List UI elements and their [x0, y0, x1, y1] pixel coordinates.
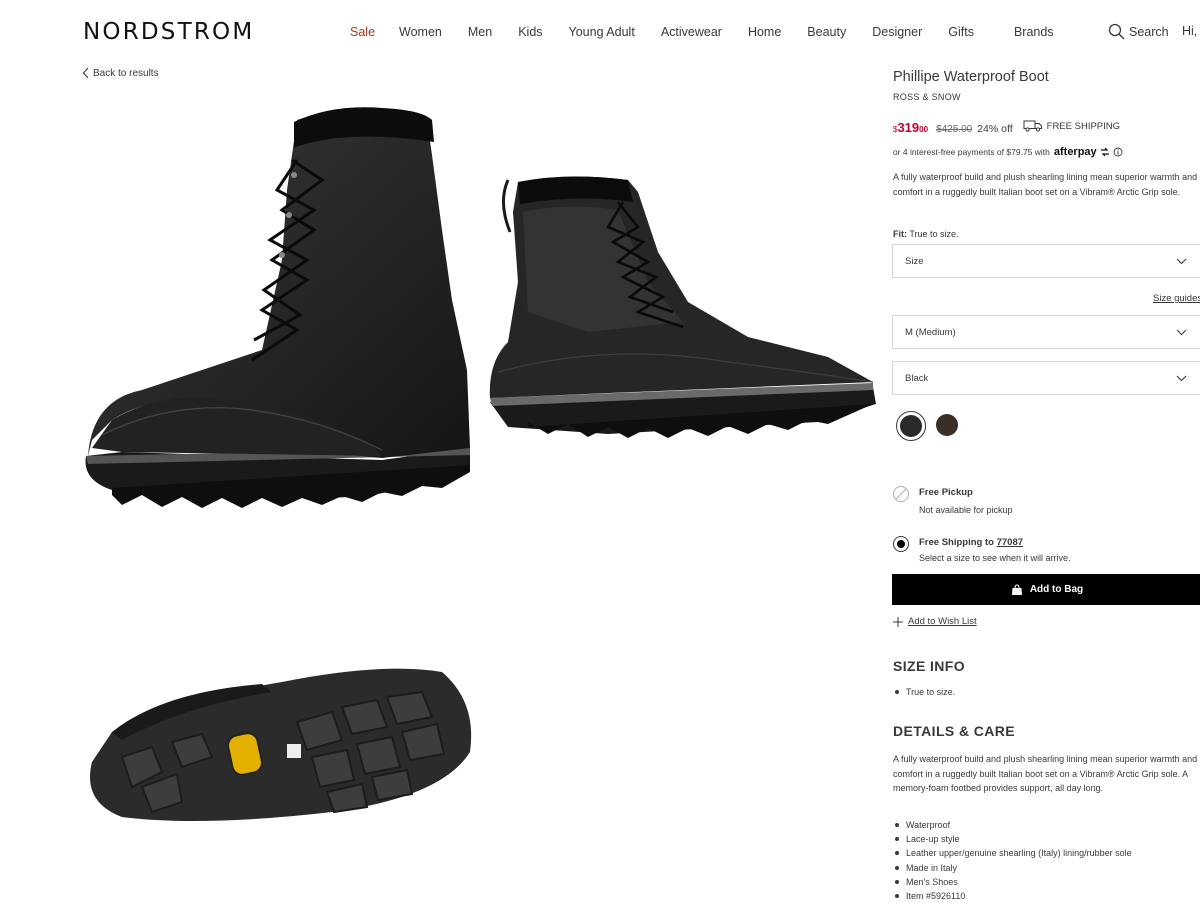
- back-label: Back to results: [93, 67, 159, 79]
- shipping-subtitle: Select a size to see when it will arrive…: [919, 553, 1071, 563]
- size-select[interactable]: Size: [892, 244, 1200, 278]
- add-to-bag-button[interactable]: Add to Bag: [892, 574, 1200, 605]
- main-nav: Sale Women Men Kids Young Adult Activewe…: [350, 25, 1054, 39]
- afterpay-logo: afterpay: [1053, 146, 1097, 158]
- pickup-unavailable-radio[interactable]: [893, 486, 909, 502]
- slash-icon: [895, 488, 907, 500]
- back-to-results-link[interactable]: Back to results: [82, 67, 159, 79]
- nav-women[interactable]: Women: [399, 25, 442, 39]
- chevron-down-icon: [1176, 258, 1187, 265]
- shopping-bag-icon: [1011, 583, 1022, 595]
- price-original: $425.00: [936, 124, 973, 135]
- size-guides-link[interactable]: Size guides: [1153, 293, 1200, 304]
- pickup-subtitle: Not available for pickup: [919, 505, 1013, 515]
- search-icon: [1108, 23, 1125, 40]
- product-image-sole[interactable]: [82, 662, 477, 824]
- search-label: Search: [1129, 24, 1169, 39]
- nav-designer[interactable]: Designer: [872, 25, 922, 39]
- afterpay-line: or 4 interest-free payments of $79.75 wi…: [893, 146, 1123, 158]
- chevron-down-icon: [1176, 329, 1187, 336]
- nav-sale[interactable]: Sale: [350, 25, 375, 39]
- swatch-brown-color: [936, 414, 958, 436]
- list-item: Made in Italy: [895, 861, 1132, 875]
- size-info-heading: SIZE INFO: [893, 658, 966, 674]
- product-image-angle[interactable]: [488, 172, 880, 447]
- list-item: True to size.: [895, 685, 955, 699]
- nav-brands[interactable]: Brands: [1014, 25, 1054, 39]
- nav-activewear[interactable]: Activewear: [661, 25, 722, 39]
- nav-men[interactable]: Men: [468, 25, 492, 39]
- product-title: Phillipe Waterproof Boot: [893, 69, 1049, 85]
- chevron-down-icon: [1176, 375, 1187, 382]
- details-care-heading: DETAILS & CARE: [893, 723, 1016, 739]
- details-list: Waterproof Lace-up style Leather upper/g…: [895, 818, 1132, 903]
- fit-label: Fit:: [893, 229, 907, 239]
- list-item: Waterproof: [895, 818, 1132, 832]
- radio-selected-dot: [897, 540, 905, 548]
- info-icon[interactable]: [1113, 147, 1123, 157]
- product-brand[interactable]: ROSS & SNOW: [893, 92, 961, 102]
- free-shipping-badge: FREE SHIPPING: [1023, 120, 1120, 132]
- free-shipping-label: FREE SHIPPING: [1046, 120, 1121, 132]
- pickup-title: Free Pickup: [919, 487, 973, 498]
- nav-beauty[interactable]: Beauty: [807, 25, 846, 39]
- product-image-side[interactable]: [82, 100, 477, 515]
- add-to-bag-label: Add to Bag: [1029, 584, 1084, 595]
- add-to-wishlist-label: Add to Wish List: [908, 616, 977, 627]
- shipping-radio[interactable]: [893, 536, 909, 552]
- list-item: Leather upper/genuine shearling (Italy) …: [895, 846, 1132, 860]
- site-header: NORDSTROM Sale Women Men Kids Young Adul…: [0, 0, 1200, 62]
- shipping-zip-link[interactable]: 77087: [997, 537, 1023, 548]
- size-select-label: Size: [905, 256, 924, 267]
- discount-label: 24% off: [977, 123, 1013, 135]
- price-row: $ 319 00 $425.00 24% off FREE SHIPPING: [893, 120, 1120, 135]
- afterpay-text: or 4 interest-free payments of $79.75 wi…: [893, 147, 1050, 157]
- shipping-title-text: Free Shipping to: [919, 537, 994, 548]
- width-select[interactable]: M (Medium): [892, 315, 1200, 349]
- list-item: Men's Shoes: [895, 875, 1132, 889]
- width-select-label: M (Medium): [905, 327, 956, 338]
- price-current: 319: [897, 120, 920, 135]
- list-item: Item #5926110: [895, 889, 1132, 903]
- size-info-list: True to size.: [895, 685, 955, 699]
- fit-info: Fit: True to size.: [893, 229, 959, 239]
- nav-kids[interactable]: Kids: [518, 25, 542, 39]
- chevron-left-icon: [82, 67, 89, 79]
- add-to-wishlist-link[interactable]: Add to Wish List: [893, 616, 977, 627]
- account-greeting[interactable]: Hi,: [1182, 24, 1197, 38]
- fit-value: True to size.: [909, 229, 959, 239]
- shipping-title: Free Shipping to 77087: [919, 537, 1023, 548]
- nav-home[interactable]: Home: [748, 25, 781, 39]
- color-select[interactable]: Black: [892, 361, 1200, 395]
- product-description: A fully waterproof build and plush shear…: [893, 172, 1198, 197]
- color-select-label: Black: [905, 373, 929, 384]
- list-item: Lace-up style: [895, 832, 1132, 846]
- nav-young-adult[interactable]: Young Adult: [569, 25, 635, 39]
- swatch-black[interactable]: [896, 411, 926, 441]
- nav-gifts[interactable]: Gifts: [948, 25, 974, 39]
- plus-icon: [893, 616, 903, 627]
- afterpay-arrows-icon: [1100, 147, 1109, 157]
- details-description: A fully waterproof build and plush shear…: [893, 754, 1198, 793]
- swatch-black-color: [900, 415, 922, 437]
- nordstrom-logo[interactable]: NORDSTROM: [83, 19, 254, 45]
- truck-icon: [1023, 120, 1042, 132]
- price-cents: 00: [919, 125, 929, 134]
- swatch-brown[interactable]: [933, 411, 963, 441]
- search-button[interactable]: Search: [1108, 23, 1169, 40]
